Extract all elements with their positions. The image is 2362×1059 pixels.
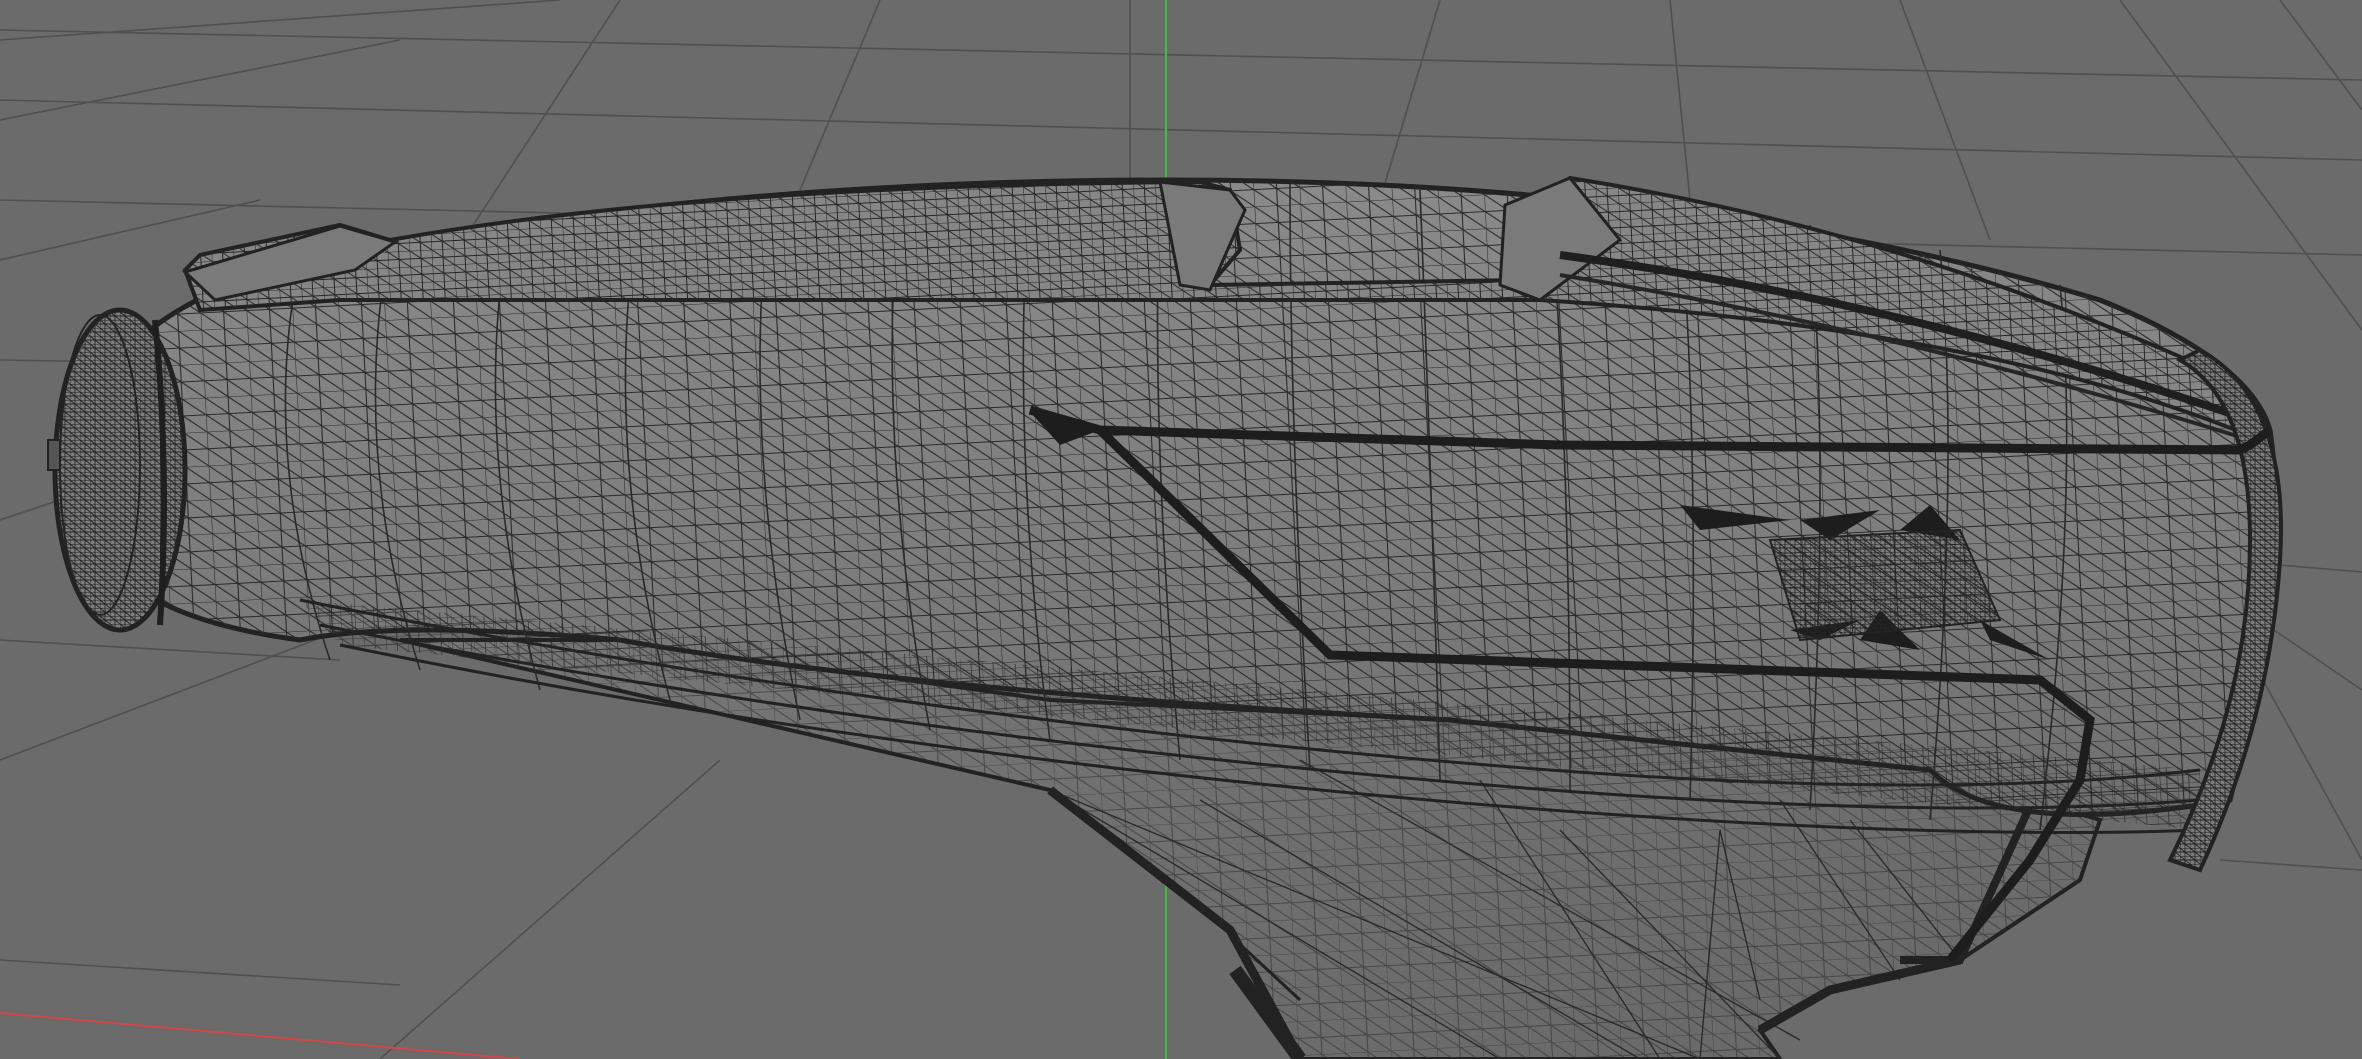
viewport-canvas[interactable] (0, 0, 2362, 1059)
3d-viewport[interactable] (0, 0, 2362, 1059)
